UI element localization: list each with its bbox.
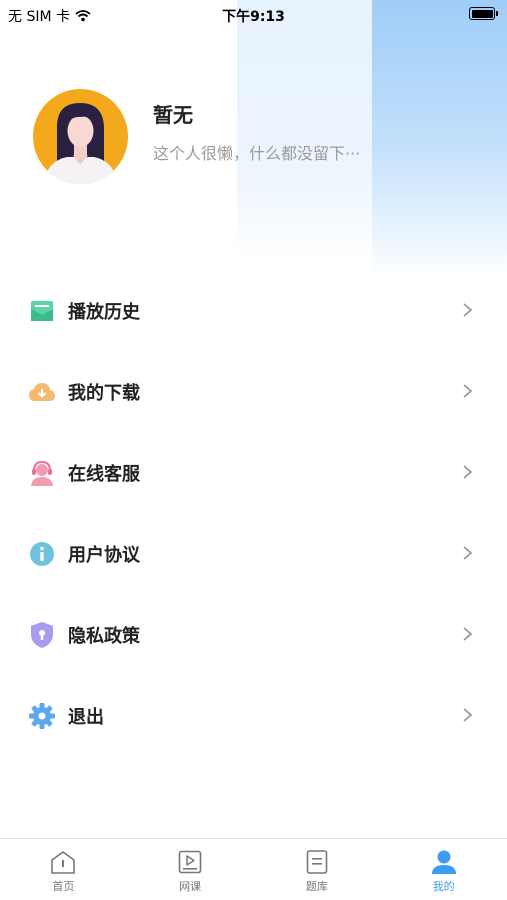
status-time: 下午9:13 [222, 9, 285, 25]
bottom-tab-bar: 首页 网课 题库 我的 [0, 838, 507, 900]
play-history-icon [28, 297, 56, 325]
avatar[interactable] [33, 89, 128, 184]
header-gradient-left [237, 0, 377, 260]
tab-online-course[interactable]: 网课 [127, 839, 254, 900]
menu-item-label: 播放历史 [68, 301, 140, 323]
profile-icon [431, 850, 456, 874]
tab-label: 首页 [52, 880, 75, 893]
menu-item-label: 我的下载 [68, 382, 140, 404]
gear-icon [28, 702, 56, 730]
chevron-right-icon [463, 384, 473, 398]
tab-label: 网课 [179, 880, 202, 893]
info-icon [28, 540, 56, 568]
tab-question-bank[interactable]: 题库 [254, 839, 381, 900]
chevron-right-icon [463, 465, 473, 479]
shield-lock-icon [28, 621, 56, 649]
home-icon [51, 851, 76, 874]
cloud-download-icon [28, 378, 56, 406]
battery-icon [469, 7, 498, 20]
profile-bio: 这个人很懒，什么都没留下··· [153, 144, 361, 163]
customer-service-icon [28, 459, 56, 487]
menu-item-label: 在线客服 [68, 463, 140, 485]
question-bank-icon [306, 850, 328, 874]
status-bar: 无 SIM 卡 下午9:13 [0, 0, 507, 28]
header-gradient-right [372, 0, 507, 275]
chevron-right-icon [463, 708, 473, 722]
menu-item-logout[interactable]: 退出 [0, 675, 507, 756]
tab-home[interactable]: 首页 [0, 839, 127, 900]
female-avatar-icon [43, 103, 118, 184]
settings-menu: 播放历史 我的下载 在线客服 用户协议 隐私政策 退出 [0, 270, 507, 756]
profile-name: 暂无 [153, 103, 193, 127]
menu-item-label: 退出 [68, 706, 104, 728]
tab-label: 我的 [432, 880, 455, 893]
menu-item-label: 用户协议 [68, 544, 140, 566]
tab-label: 题库 [305, 880, 328, 893]
menu-item-label: 隐私政策 [68, 625, 140, 647]
menu-item-my-downloads[interactable]: 我的下载 [0, 351, 507, 432]
menu-item-privacy-policy[interactable]: 隐私政策 [0, 594, 507, 675]
chevron-right-icon [463, 303, 473, 317]
video-course-icon [178, 850, 202, 874]
menu-item-play-history[interactable]: 播放历史 [0, 270, 507, 351]
menu-item-user-agreement[interactable]: 用户协议 [0, 513, 507, 594]
chevron-right-icon [463, 627, 473, 641]
chevron-right-icon [463, 546, 473, 560]
tab-profile[interactable]: 我的 [380, 839, 507, 900]
menu-item-customer-service[interactable]: 在线客服 [0, 432, 507, 513]
